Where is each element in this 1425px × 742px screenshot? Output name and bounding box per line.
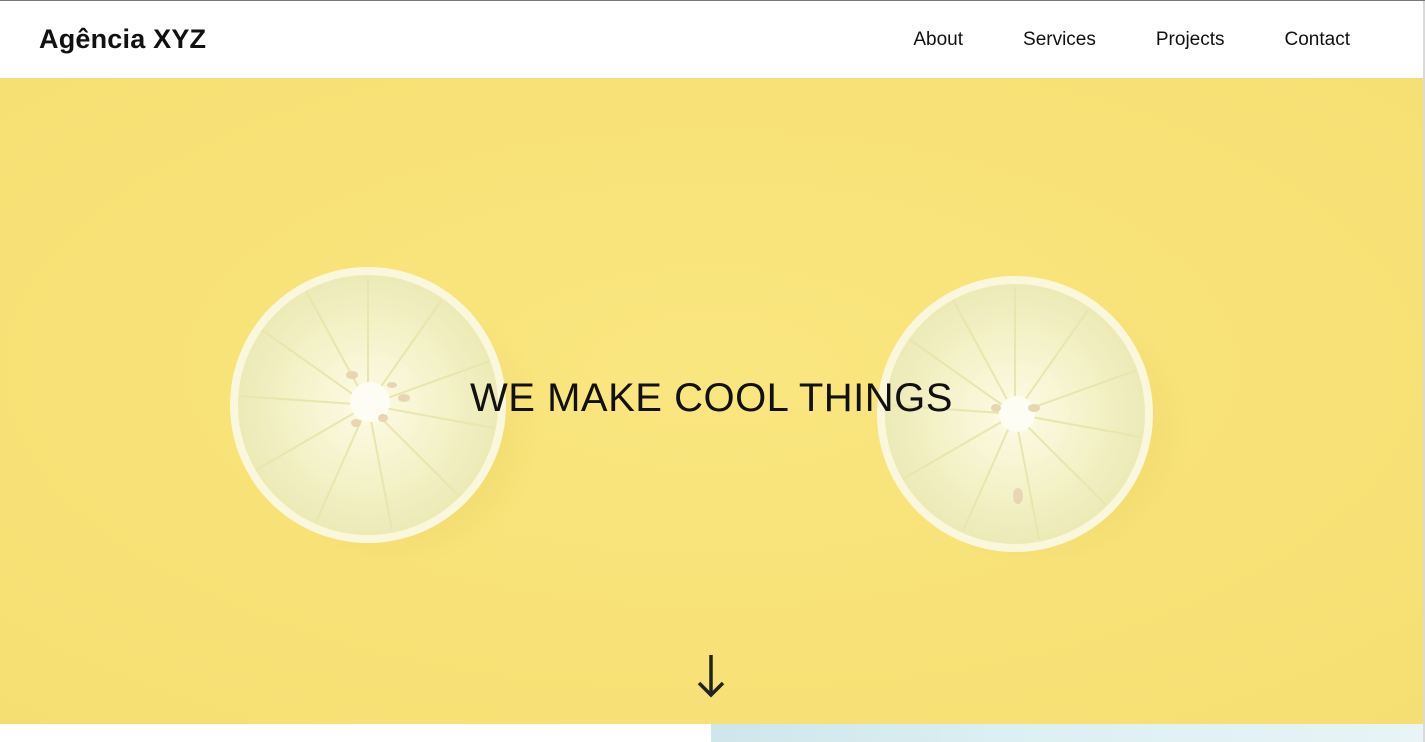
brand-logo[interactable]: Agência XYZ: [39, 24, 206, 55]
next-section-left: [0, 724, 711, 742]
nav-link-contact[interactable]: Contact: [1285, 29, 1350, 51]
nav-link-projects[interactable]: Projects: [1156, 29, 1225, 51]
arrow-down-icon[interactable]: [693, 653, 729, 701]
page: Agência XYZ About Services Projects Cont…: [0, 0, 1425, 742]
nav-link-about[interactable]: About: [913, 29, 963, 51]
hero-title: WE MAKE COOL THINGS: [470, 376, 953, 420]
next-section-image: [711, 724, 1423, 742]
nav-links: About Services Projects Contact: [853, 29, 1350, 51]
nav-link-services[interactable]: Services: [1023, 29, 1096, 51]
hero-section: WE MAKE COOL THINGS: [0, 78, 1423, 724]
navbar: Agência XYZ About Services Projects Cont…: [0, 1, 1423, 78]
